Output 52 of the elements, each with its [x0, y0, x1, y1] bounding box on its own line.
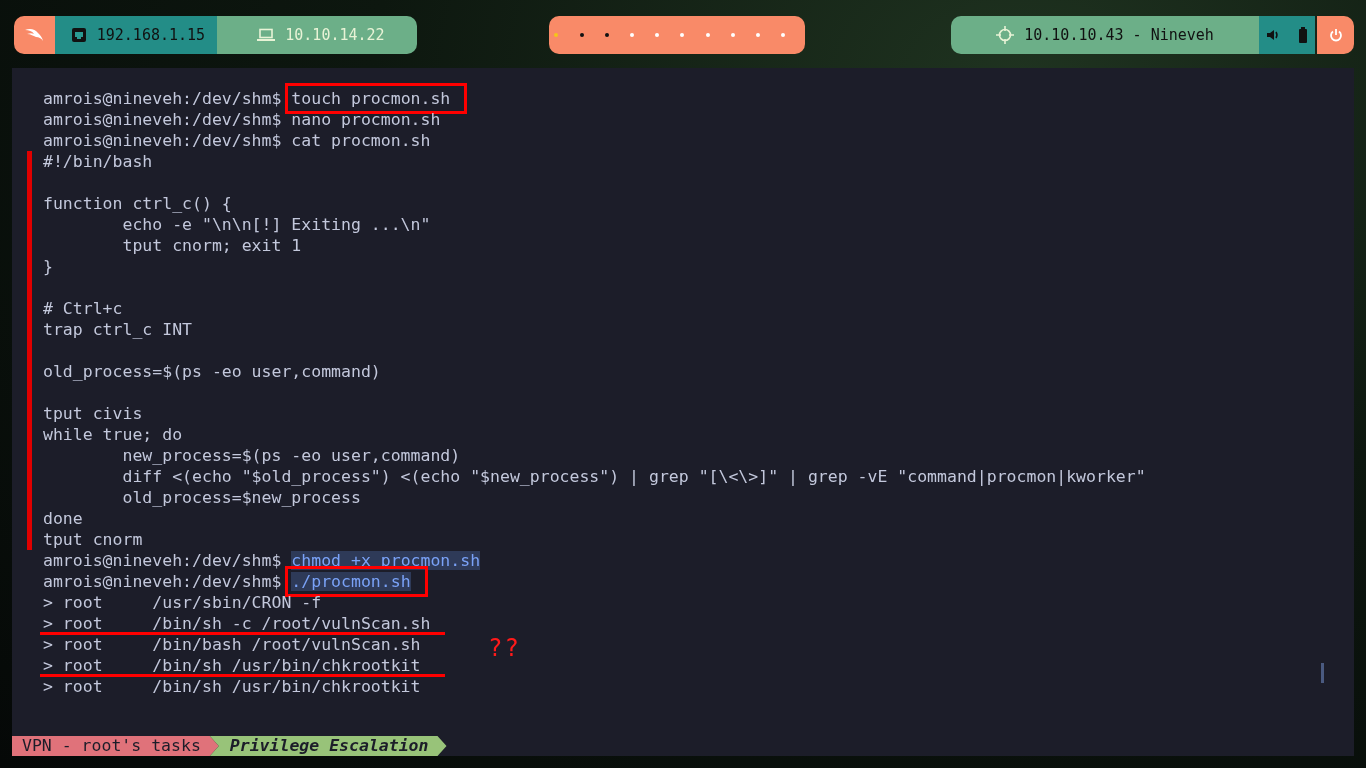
laptop-icon	[257, 28, 276, 42]
command-text: ./procmon.sh	[291, 572, 411, 591]
code-line: old_process=$new_process	[121, 488, 361, 507]
workspace-dot[interactable]	[604, 33, 609, 37]
ethernet-icon	[70, 27, 87, 43]
code-line: #!/bin/bash	[43, 152, 153, 171]
prompt-text: amrois@nineveh:/dev/shm$	[43, 551, 282, 570]
power-button[interactable]	[1317, 16, 1354, 54]
code-line: old_process=$(ps -eo user,command)	[43, 362, 381, 381]
workspace-dot[interactable]	[629, 33, 634, 37]
workspace-dot[interactable]	[655, 33, 660, 37]
command-text: cat procmon.sh	[291, 131, 431, 150]
output-line: > root /bin/sh -c /root/vulnScan.sh	[43, 614, 431, 633]
workspace-dot[interactable]	[554, 33, 559, 37]
output-line: > root /bin/sh /usr/bin/chkrootkit	[43, 656, 421, 675]
code-line: trap ctrl_c INT	[43, 320, 192, 339]
target-text: 10.10.10.43 - Nineveh	[1024, 26, 1214, 44]
battery-icon	[1298, 27, 1308, 43]
code-line: tput civis	[43, 404, 143, 423]
code-line: echo -e "\n\n[!] Exiting ...\n"	[121, 215, 431, 234]
code-line: while true; do	[43, 425, 183, 444]
prompt-text: amrois@nineveh:/dev/shm$	[43, 89, 282, 108]
prompt-text: amrois@nineveh:/dev/shm$	[43, 572, 282, 591]
command-text: touch procmon.sh	[291, 89, 451, 108]
status-segment: Privilege Escalation	[209, 736, 447, 756]
workspace-dot[interactable]	[705, 33, 710, 37]
output-line: > root /bin/bash /root/vulnScan.sh	[43, 635, 421, 654]
code-line: function ctrl_c() {	[43, 194, 232, 213]
command-text: nano procmon.sh	[291, 110, 441, 129]
crosshair-icon	[996, 26, 1015, 44]
output-line: > root /usr/sbin/CRON -f	[43, 593, 322, 612]
workspace-dot[interactable]	[730, 33, 735, 37]
code-line: tput cnorm; exit 1	[121, 236, 302, 255]
code-line: # Ctrl+c	[43, 299, 123, 318]
code-line: tput cnorm	[43, 530, 143, 549]
code-line: new_process=$(ps -eo user,command)	[121, 446, 461, 465]
code-line: done	[43, 509, 83, 528]
code-line: }	[43, 257, 53, 276]
volume-icon[interactable]	[1266, 28, 1280, 42]
workspace-dot[interactable]	[579, 33, 584, 37]
code-line: diff <(echo "$old_process") <(echo "$new_process") | grep "[\<\>]" | grep -vE "command|procmon|kworker"	[121, 467, 1146, 486]
prompt-text: amrois@nineveh:/dev/shm$	[43, 131, 282, 150]
menu-button[interactable]	[14, 16, 55, 54]
annotation-text: ??	[488, 634, 521, 662]
output-line: > root /bin/sh /usr/bin/chkrootkit	[43, 677, 421, 696]
prompt-text: amrois@nineveh:/dev/shm$	[43, 110, 282, 129]
workspace-dot[interactable]	[781, 33, 786, 37]
ip-text: 10.10.14.22	[285, 26, 385, 44]
ip-text: 192.168.1.15	[96, 26, 206, 44]
workspace-dot[interactable]	[680, 33, 685, 37]
status-segment: VPN - root's tasks	[12, 736, 219, 756]
workspace-dot[interactable]	[756, 33, 760, 37]
